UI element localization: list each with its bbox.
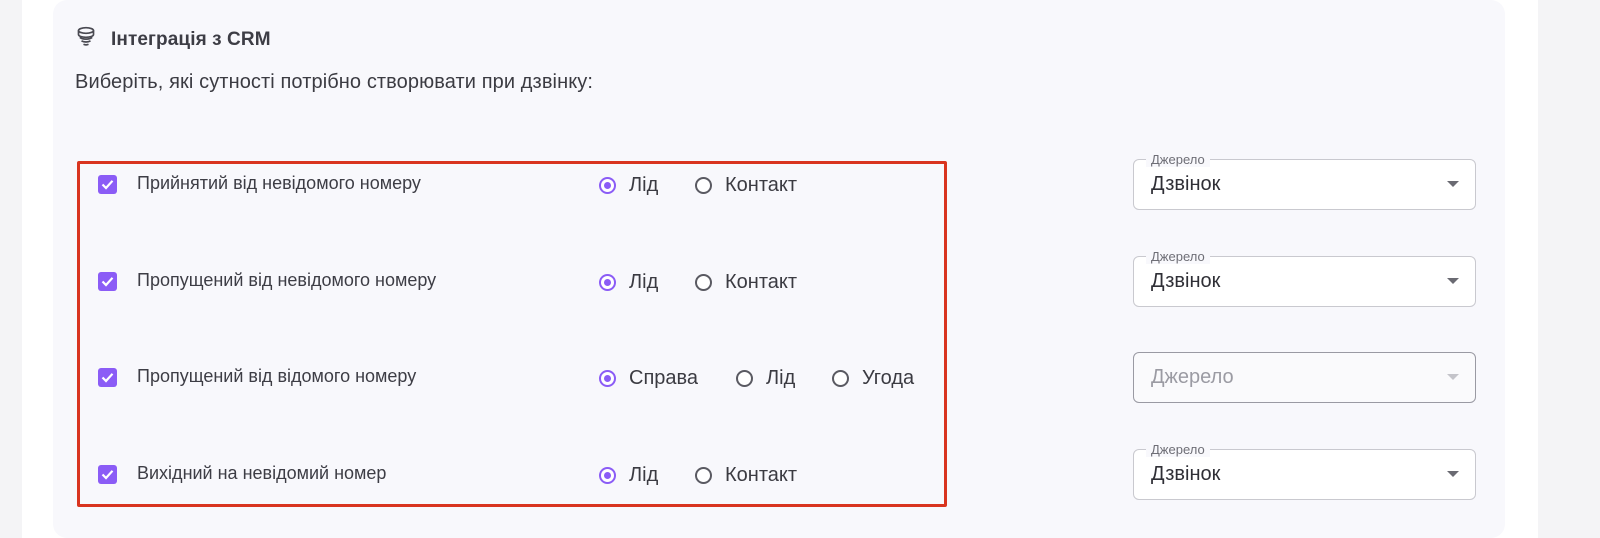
- select-placeholder: Джерело: [1151, 366, 1234, 388]
- radio-unselected-icon: [736, 370, 753, 387]
- check-icon: [101, 180, 114, 190]
- source-select[interactable]: Джерело: [1133, 352, 1476, 403]
- radio-lead[interactable]: Лід: [599, 174, 658, 197]
- row-label: Вихідний на невідомий номер: [137, 463, 387, 483]
- select-value: Дзвінок: [1151, 270, 1221, 292]
- caret-down-icon: [1447, 471, 1459, 477]
- row-label: Пропущений від невідомого номеру: [137, 270, 437, 290]
- radio-contact[interactable]: Контакт: [695, 174, 797, 197]
- radio-lead[interactable]: Лід: [599, 271, 658, 294]
- row-label: Пропущений від відомого номеру: [137, 366, 417, 386]
- radio-selected-icon: [599, 274, 616, 291]
- source-select[interactable]: Джерело Дзвінок: [1133, 152, 1476, 210]
- check-icon: [101, 277, 114, 287]
- entity-row-accepted-unknown: Прийнятий від невідомого номеру Лід Конт…: [53, 152, 1505, 211]
- select-legend: Джерело: [1146, 152, 1210, 167]
- select-value: Дзвінок: [1151, 173, 1221, 195]
- radio-selected-icon: [599, 177, 616, 194]
- radio-unselected-icon: [695, 274, 712, 291]
- radio-contact[interactable]: Контакт: [695, 464, 797, 487]
- section-subtitle: Виберіть, які сутності потрібно створюва…: [75, 71, 594, 93]
- database-icon: [75, 26, 97, 53]
- caret-down-icon: [1447, 278, 1459, 284]
- settings-page: Інтеграція з CRM Виберіть, які сутності …: [22, 0, 1538, 538]
- radio-unselected-icon: [695, 177, 712, 194]
- radio-selected-icon: [599, 370, 616, 387]
- caret-down-icon: [1447, 374, 1459, 380]
- crm-integration-card: Інтеграція з CRM Виберіть, які сутності …: [53, 0, 1505, 538]
- select-value: Дзвінок: [1151, 463, 1221, 485]
- radio-lead[interactable]: Лід: [736, 367, 795, 390]
- radio-unselected-icon: [695, 467, 712, 484]
- checkbox-missed-known[interactable]: [98, 368, 117, 387]
- checkbox-outgoing-unknown[interactable]: [98, 465, 117, 484]
- entity-row-missed-unknown: Пропущений від невідомого номеру Лід Кон…: [53, 249, 1505, 308]
- row-label: Прийнятий від невідомого номеру: [137, 173, 421, 193]
- radio-deal[interactable]: Угода: [832, 367, 914, 390]
- checkbox-missed-unknown[interactable]: [98, 272, 117, 291]
- radio-selected-icon: [599, 467, 616, 484]
- card-header: Інтеграція з CRM: [75, 26, 271, 53]
- check-icon: [101, 373, 114, 383]
- select-legend: Джерело: [1146, 249, 1210, 264]
- check-icon: [101, 470, 114, 480]
- entity-row-outgoing-unknown: Вихідний на невідомий номер Лід Контакт …: [53, 442, 1505, 501]
- radio-contact[interactable]: Контакт: [695, 271, 797, 294]
- source-select[interactable]: Джерело Дзвінок: [1133, 249, 1476, 307]
- radio-case[interactable]: Справа: [599, 367, 698, 390]
- checkbox-accepted-unknown[interactable]: [98, 175, 117, 194]
- radio-unselected-icon: [832, 370, 849, 387]
- radio-lead[interactable]: Лід: [599, 464, 658, 487]
- entity-row-missed-known: Пропущений від відомого номеру Справа Лі…: [53, 352, 1505, 404]
- select-legend: Джерело: [1146, 442, 1210, 457]
- section-title: Інтеграція з CRM: [111, 28, 271, 50]
- source-select[interactable]: Джерело Дзвінок: [1133, 442, 1476, 500]
- caret-down-icon: [1447, 181, 1459, 187]
